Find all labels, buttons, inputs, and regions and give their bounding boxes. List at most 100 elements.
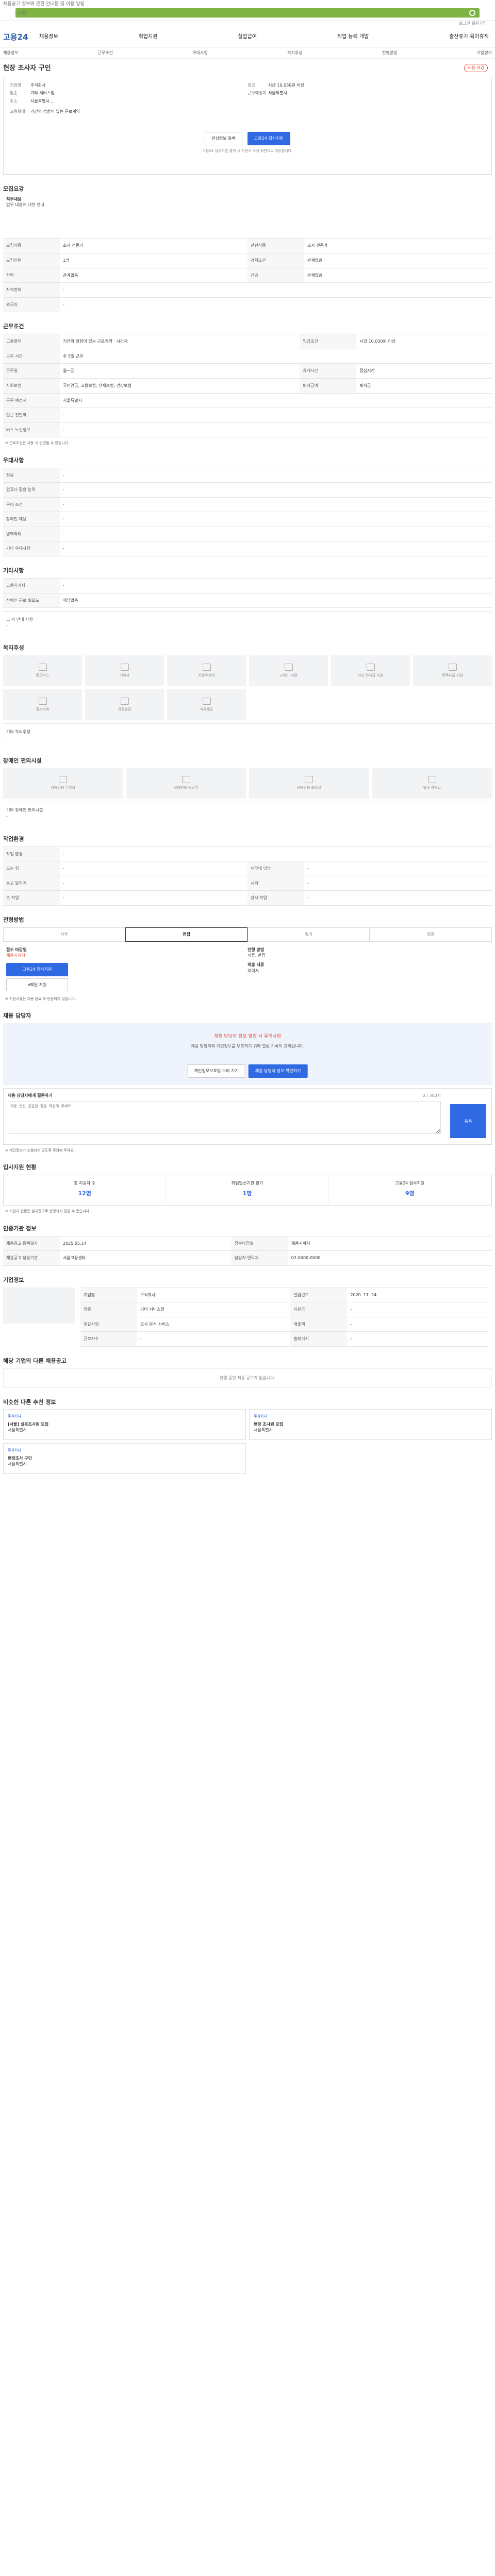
- rec-title: 현장조사 구인: [8, 1455, 32, 1461]
- manager-info-button[interactable]: 채용 담당자 정보 확인하기: [248, 1064, 308, 1078]
- row-value: -: [60, 875, 248, 891]
- facility-icon: [366, 664, 375, 671]
- row-value: -: [347, 1316, 488, 1332]
- search-bar[interactable]: [15, 8, 480, 18]
- site-logo[interactable]: 고용24: [3, 32, 39, 43]
- etc-table: 고용허가제 - 장애인 근로 필요도 해당없음: [3, 578, 492, 608]
- qa-note: ※ 개인정보가 포함되지 않도록 주의해 주세요.: [5, 1148, 75, 1153]
- row-value: 채용시까지: [288, 1235, 492, 1251]
- row-value: 월~금: [60, 363, 300, 379]
- table-row: 병역특례 -: [3, 526, 492, 542]
- tab-welfare[interactable]: 복지후생: [287, 50, 302, 56]
- row-label: 장시 작업: [248, 890, 304, 906]
- item-label: 입구 경사로: [423, 786, 441, 790]
- table-row: 우대 조건 -: [3, 497, 492, 513]
- nav-item-jobs[interactable]: 채용정보: [39, 33, 58, 41]
- item-label: 경조사비: [36, 707, 50, 712]
- tab-pref[interactable]: 우대사항: [192, 50, 207, 56]
- section-title: 모집요강: [3, 185, 24, 192]
- address: 서울특별시 ...: [30, 99, 55, 104]
- row-label: 고용허가제: [3, 578, 60, 594]
- duty-text: 업무 내용에 대한 안내: [6, 202, 44, 208]
- table-row: 근무일 월~금 휴게시간 점심시간: [3, 363, 492, 379]
- rec-location: 서울특별시: [254, 1428, 273, 1433]
- list-item[interactable]: 주식회사 현장 조사원 모집 서울특별시: [249, 1409, 492, 1440]
- row-label: 고용형태: [3, 334, 60, 349]
- tab-process[interactable]: 전형방법: [382, 50, 397, 56]
- row-value: -: [60, 578, 492, 594]
- row-label: 인근 전철역: [3, 408, 60, 423]
- row-label: 장애인 근로 필요도: [3, 592, 60, 608]
- qa-box: 채용 담당자에게 질문하기 0 / 300자 등록: [3, 1088, 492, 1145]
- table-row: 근무 시간 주 5일 근무: [3, 348, 492, 364]
- email-apply-button[interactable]: e메일 지원: [6, 978, 68, 992]
- nav-item-leave[interactable]: 출산휴가·육아휴직: [449, 33, 489, 41]
- welfare-item: 통근버스: [3, 655, 82, 687]
- row-value: -: [60, 408, 492, 423]
- tab-company[interactable]: 기업정보: [477, 50, 492, 56]
- row-value: -: [60, 541, 492, 557]
- stat-value: 1명: [242, 1190, 252, 1197]
- row-value: 1명: [60, 252, 248, 268]
- work-table: 고용형태 기간의 정함이 있는 근로계약 · 시간제 임금조건 시급 10,030원 …: [3, 334, 492, 438]
- welfare-item: 교육비 지원: [249, 655, 328, 687]
- status-badge: 채용 마감: [464, 64, 488, 72]
- facility-icon: [38, 698, 47, 705]
- company-logo: [3, 1287, 75, 1324]
- page-title: 현장 조사자 구인: [3, 64, 51, 72]
- row-value: -: [60, 526, 492, 542]
- process-note: ※ 지원서류는 채용 완료 후 반환되지 않습니다.: [5, 997, 76, 1002]
- facility-icon: [38, 664, 47, 671]
- tab-work[interactable]: 근무조건: [98, 50, 113, 56]
- apply-button[interactable]: 고용24 입사지원: [247, 132, 290, 145]
- step-written: 필기: [248, 927, 370, 942]
- row-value: 조사 전문가: [304, 238, 492, 253]
- qa-submit-button[interactable]: 등록: [450, 1104, 486, 1139]
- search-icon[interactable]: [469, 10, 475, 16]
- company-card: 기업명 주식회사 업종 기타 서비스업 주소 서울특별시 ... 고용형태 기간의 정함…: [3, 76, 492, 175]
- label: 주소: [10, 99, 18, 104]
- search-input[interactable]: [18, 9, 461, 16]
- stat-label: 총 지원자 수: [74, 1181, 96, 1186]
- nav-item-training[interactable]: 직업 능력 개발: [337, 33, 369, 41]
- list-item[interactable]: 주식회사 현장조사 구인 서울특별시: [3, 1443, 246, 1475]
- nav-item-support[interactable]: 취업지원: [139, 33, 158, 41]
- row-label: 장애인 채용: [3, 512, 60, 527]
- welfare-item: 장애인용 주차장: [3, 768, 123, 799]
- item-label: 식사제공: [200, 707, 213, 712]
- row-value: 2025.05.14: [60, 1235, 232, 1251]
- privacy-law-button[interactable]: 개인정보보호법 보러 가기: [187, 1064, 245, 1078]
- row-value: 서울고용센터: [60, 1250, 232, 1266]
- item-label: 자녀 학자금 지원: [357, 673, 384, 678]
- row-value: 주 5일 근무: [60, 348, 492, 364]
- table-row: 컴퓨터 활용 능력 -: [3, 482, 492, 498]
- row-label: 경력조건: [248, 252, 304, 268]
- welfare-grid: 통근버스 기숙사 차량유지비 교육비 지원 자녀 학자금 지원 주택자금 지원 경조사비 건강…: [3, 655, 492, 721]
- table-row: 전공 -: [3, 467, 492, 483]
- deadline-label: 접수 마감일: [6, 947, 27, 952]
- row-value: 서울특별시: [60, 393, 492, 409]
- rec-title: [서울] 설문조사원 모집: [8, 1421, 49, 1427]
- util-links[interactable]: 로그인 회원가입: [0, 21, 495, 28]
- list-item[interactable]: 주식회사 [서울] 설문조사원 모집 서울특별시: [3, 1409, 246, 1440]
- row-value: -: [347, 1331, 488, 1347]
- save-button[interactable]: 관심정보 등록: [205, 132, 242, 145]
- table-row: 채용공고 담당기관 서울고용센터 담당자 연락처 02-0000-0000: [3, 1250, 492, 1266]
- table-row: 모집직종 조사 전문가 관련직종 조사 전문가: [3, 238, 492, 253]
- row-label: 홈페이지: [290, 1331, 348, 1347]
- qa-input[interactable]: [8, 1100, 441, 1134]
- welfare-item: 기숙사: [85, 655, 164, 687]
- facility-icon: [59, 776, 68, 784]
- tab-recruit[interactable]: 채용정보: [3, 50, 18, 56]
- section-title: 기업정보: [3, 1276, 24, 1283]
- section-title: 비슷한 다른 추천 정보: [3, 1398, 56, 1405]
- work-place: 서울특별시 ...: [268, 91, 292, 96]
- recruit-table: 모집직종 조사 전문가 관련직종 조사 전문가 모집인원 1명 경력조건 관계없음 학력 관계없음…: [3, 238, 492, 313]
- row-value: -: [60, 861, 248, 876]
- nav-item-benefit[interactable]: 실업급여: [238, 33, 257, 41]
- welfare-item: 자녀 학자금 지원: [331, 655, 410, 687]
- process-apply-button[interactable]: 고용24 입사지원: [6, 963, 68, 976]
- row-label: 담당자 연락처: [231, 1250, 288, 1266]
- row-value: -: [137, 1331, 291, 1347]
- section-title: 우대사항: [3, 456, 24, 464]
